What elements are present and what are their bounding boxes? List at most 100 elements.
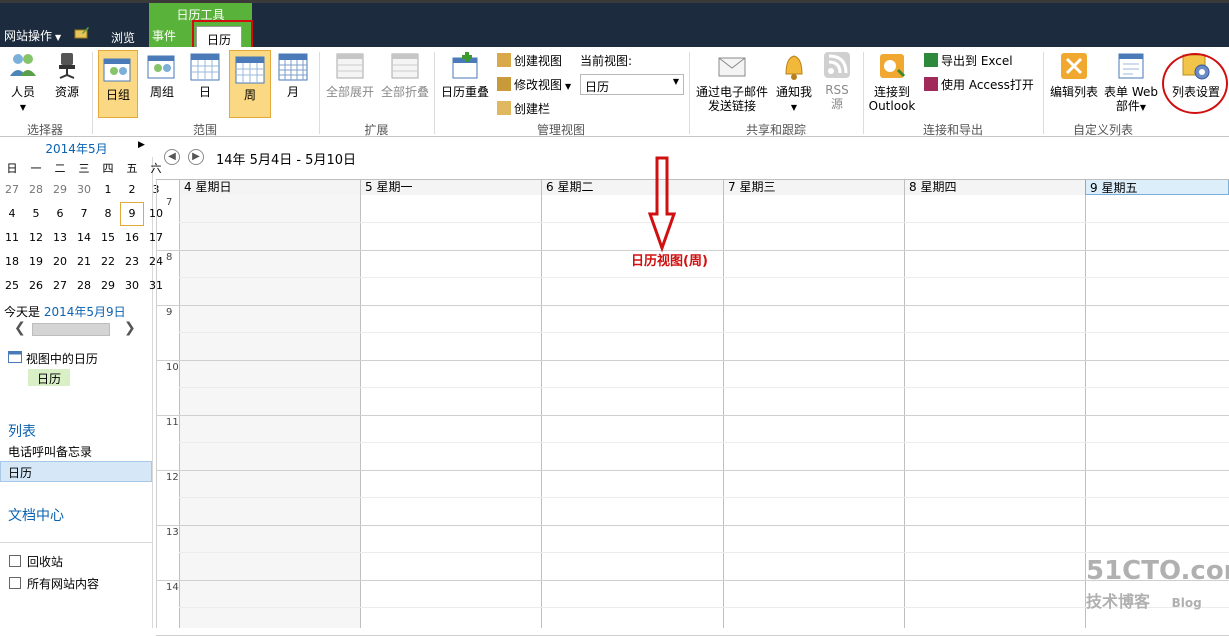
day-column[interactable]	[723, 195, 904, 628]
mini-calendar-day[interactable]: 13	[48, 226, 72, 250]
prev-week-icon[interactable]: ◀	[164, 149, 180, 165]
all-content-link[interactable]: 所有网站内容	[9, 575, 99, 592]
next-week-icon[interactable]: ▶	[188, 149, 204, 165]
site-actions-menu[interactable]: 网站操作 ▼	[4, 27, 61, 44]
mini-calendar-day[interactable]: 26	[24, 274, 48, 298]
people-label: 人员	[10, 85, 35, 99]
horizontal-scrollbar-thumb[interactable]	[32, 323, 110, 336]
calendars-in-view-label: 视图中的日历	[25, 352, 98, 366]
create-view-button[interactable]: 创建视图	[497, 52, 562, 69]
grid-top-border	[156, 179, 1229, 180]
half-hour-line	[179, 497, 1229, 498]
hour-label: 9	[166, 307, 173, 318]
mini-calendar-day[interactable]: 4	[0, 202, 24, 226]
mini-calendar-day[interactable]: 8	[96, 202, 120, 226]
expand-all-button[interactable]: 全部展开	[326, 50, 374, 99]
mini-calendar-day[interactable]: 19	[24, 250, 48, 274]
day-header[interactable]: 5 星期一	[360, 179, 541, 195]
day-group-button[interactable]: 日组	[98, 50, 138, 118]
tab-event[interactable]: 事件	[152, 27, 176, 49]
day-calendar-icon	[190, 53, 220, 81]
week-range: 14年 5月4日 - 5月10日	[216, 153, 356, 168]
create-column-button[interactable]: 创建栏	[497, 100, 550, 117]
mini-calendar-day[interactable]: 2	[120, 178, 144, 202]
mini-calendar-day[interactable]: 28	[24, 178, 48, 202]
form-web-label-1: 表单 Web	[1104, 85, 1158, 99]
nav-calendar-selected[interactable]: 日历	[0, 461, 152, 482]
mini-calendar-day[interactable]: 28	[72, 274, 96, 298]
mini-calendar-day[interactable]: 25	[0, 274, 24, 298]
tab-browse[interactable]: 浏览	[103, 25, 143, 47]
mini-calendar-day[interactable]: 27	[0, 178, 24, 202]
edit-list-button[interactable]: 编辑列表	[1048, 50, 1100, 99]
doc-center-link[interactable]: 文档中心	[8, 505, 64, 525]
day-column[interactable]	[904, 195, 1085, 628]
calendars-overlay-label: 日历重叠	[440, 85, 489, 99]
mini-calendar-day[interactable]: 20	[48, 250, 72, 274]
alert-me-button[interactable]: 通知我 ▼	[774, 50, 814, 115]
day-column[interactable]	[360, 195, 541, 628]
day-header[interactable]: 9 星期五	[1085, 179, 1229, 195]
calendar-overlay-icon	[452, 52, 478, 79]
mini-calendar-day[interactable]: 6	[48, 202, 72, 226]
nav-phone-memo[interactable]: 电话呼叫备忘录	[8, 443, 92, 460]
mini-calendar-day[interactable]: 11	[0, 226, 24, 250]
mini-calendar-day[interactable]: 1	[96, 178, 120, 202]
rss-feed-button[interactable]: RSS 源	[820, 50, 854, 111]
modify-view-button[interactable]: 修改视图 ▼	[497, 76, 571, 93]
day-header[interactable]: 4 星期日	[179, 179, 360, 195]
day-view-button[interactable]: 日	[188, 50, 222, 99]
email-link-button[interactable]: 通过电子邮件 发送链接	[694, 50, 770, 113]
calendar-chip[interactable]: 日历	[28, 369, 70, 386]
mini-calendar-day[interactable]: 29	[48, 178, 72, 202]
hour-label: 10	[166, 362, 179, 373]
edit-page-icon[interactable]	[74, 27, 90, 39]
export-excel-button[interactable]: 导出到 Excel	[924, 52, 1013, 69]
today-date-link[interactable]: 2014年5月9日	[44, 305, 126, 319]
mini-calendar-day[interactable]: 16	[120, 226, 144, 250]
mini-calendar-title[interactable]: 2014年5月	[0, 137, 153, 157]
watermark-sub-text: 技术博客	[1086, 592, 1151, 611]
day-header[interactable]: 6 星期二	[541, 179, 723, 195]
current-view-select[interactable]: 日历 ▼	[580, 74, 684, 95]
day-header[interactable]: 7 星期三	[723, 179, 904, 195]
scroll-left-icon[interactable]: ❮	[14, 320, 26, 336]
week-view-button[interactable]: 周	[229, 50, 271, 118]
mini-calendar-day[interactable]: 9	[120, 202, 144, 226]
month-view-button[interactable]: 月	[276, 50, 310, 99]
mini-calendar-day[interactable]: 15	[96, 226, 120, 250]
week-view-label: 周	[243, 88, 256, 102]
access-icon	[924, 77, 938, 91]
mini-calendar-day[interactable]: 21	[72, 250, 96, 274]
scroll-right-icon[interactable]: ❯	[124, 320, 136, 336]
form-web-parts-button[interactable]: 表单 Web 部件▼	[1102, 50, 1160, 115]
people-button[interactable]: 人员 ▼	[6, 50, 40, 115]
outlook-icon	[880, 54, 906, 78]
lists-heading[interactable]: 列表	[8, 421, 36, 441]
mini-calendar-day[interactable]: 22	[96, 250, 120, 274]
mini-calendar-day[interactable]: 30	[72, 178, 96, 202]
all-content-icon	[9, 577, 21, 589]
collapse-all-button[interactable]: 全部折叠	[380, 50, 430, 99]
create-view-icon	[497, 53, 511, 67]
mini-calendar-day[interactable]: 29	[96, 274, 120, 298]
mini-calendar-day[interactable]: 18	[0, 250, 24, 274]
mini-calendar-day[interactable]: 5	[24, 202, 48, 226]
resources-button[interactable]: 资源	[52, 50, 82, 99]
day-header[interactable]: 8 星期四	[904, 179, 1085, 195]
recycle-bin-link[interactable]: 回收站	[9, 553, 63, 570]
next-month-icon[interactable]: ▶	[138, 140, 145, 150]
mini-calendar-day[interactable]: 30	[120, 274, 144, 298]
mini-calendar-day[interactable]: 12	[24, 226, 48, 250]
mini-calendar-day[interactable]: 14	[72, 226, 96, 250]
mini-calendar-day[interactable]: 23	[120, 250, 144, 274]
mini-calendar-day[interactable]: 27	[48, 274, 72, 298]
hour-label: 8	[166, 252, 173, 263]
open-access-button[interactable]: 使用 Access打开	[924, 76, 1034, 93]
day-column[interactable]	[179, 195, 360, 628]
mini-calendar-day[interactable]: 7	[72, 202, 96, 226]
connect-outlook-button[interactable]: 连接到 Outlook	[866, 50, 918, 113]
calendars-overlay-button[interactable]: 日历重叠	[440, 50, 490, 99]
group-label-customize: 自定义列表	[1072, 123, 1133, 137]
week-group-button[interactable]: 周组	[145, 50, 179, 99]
